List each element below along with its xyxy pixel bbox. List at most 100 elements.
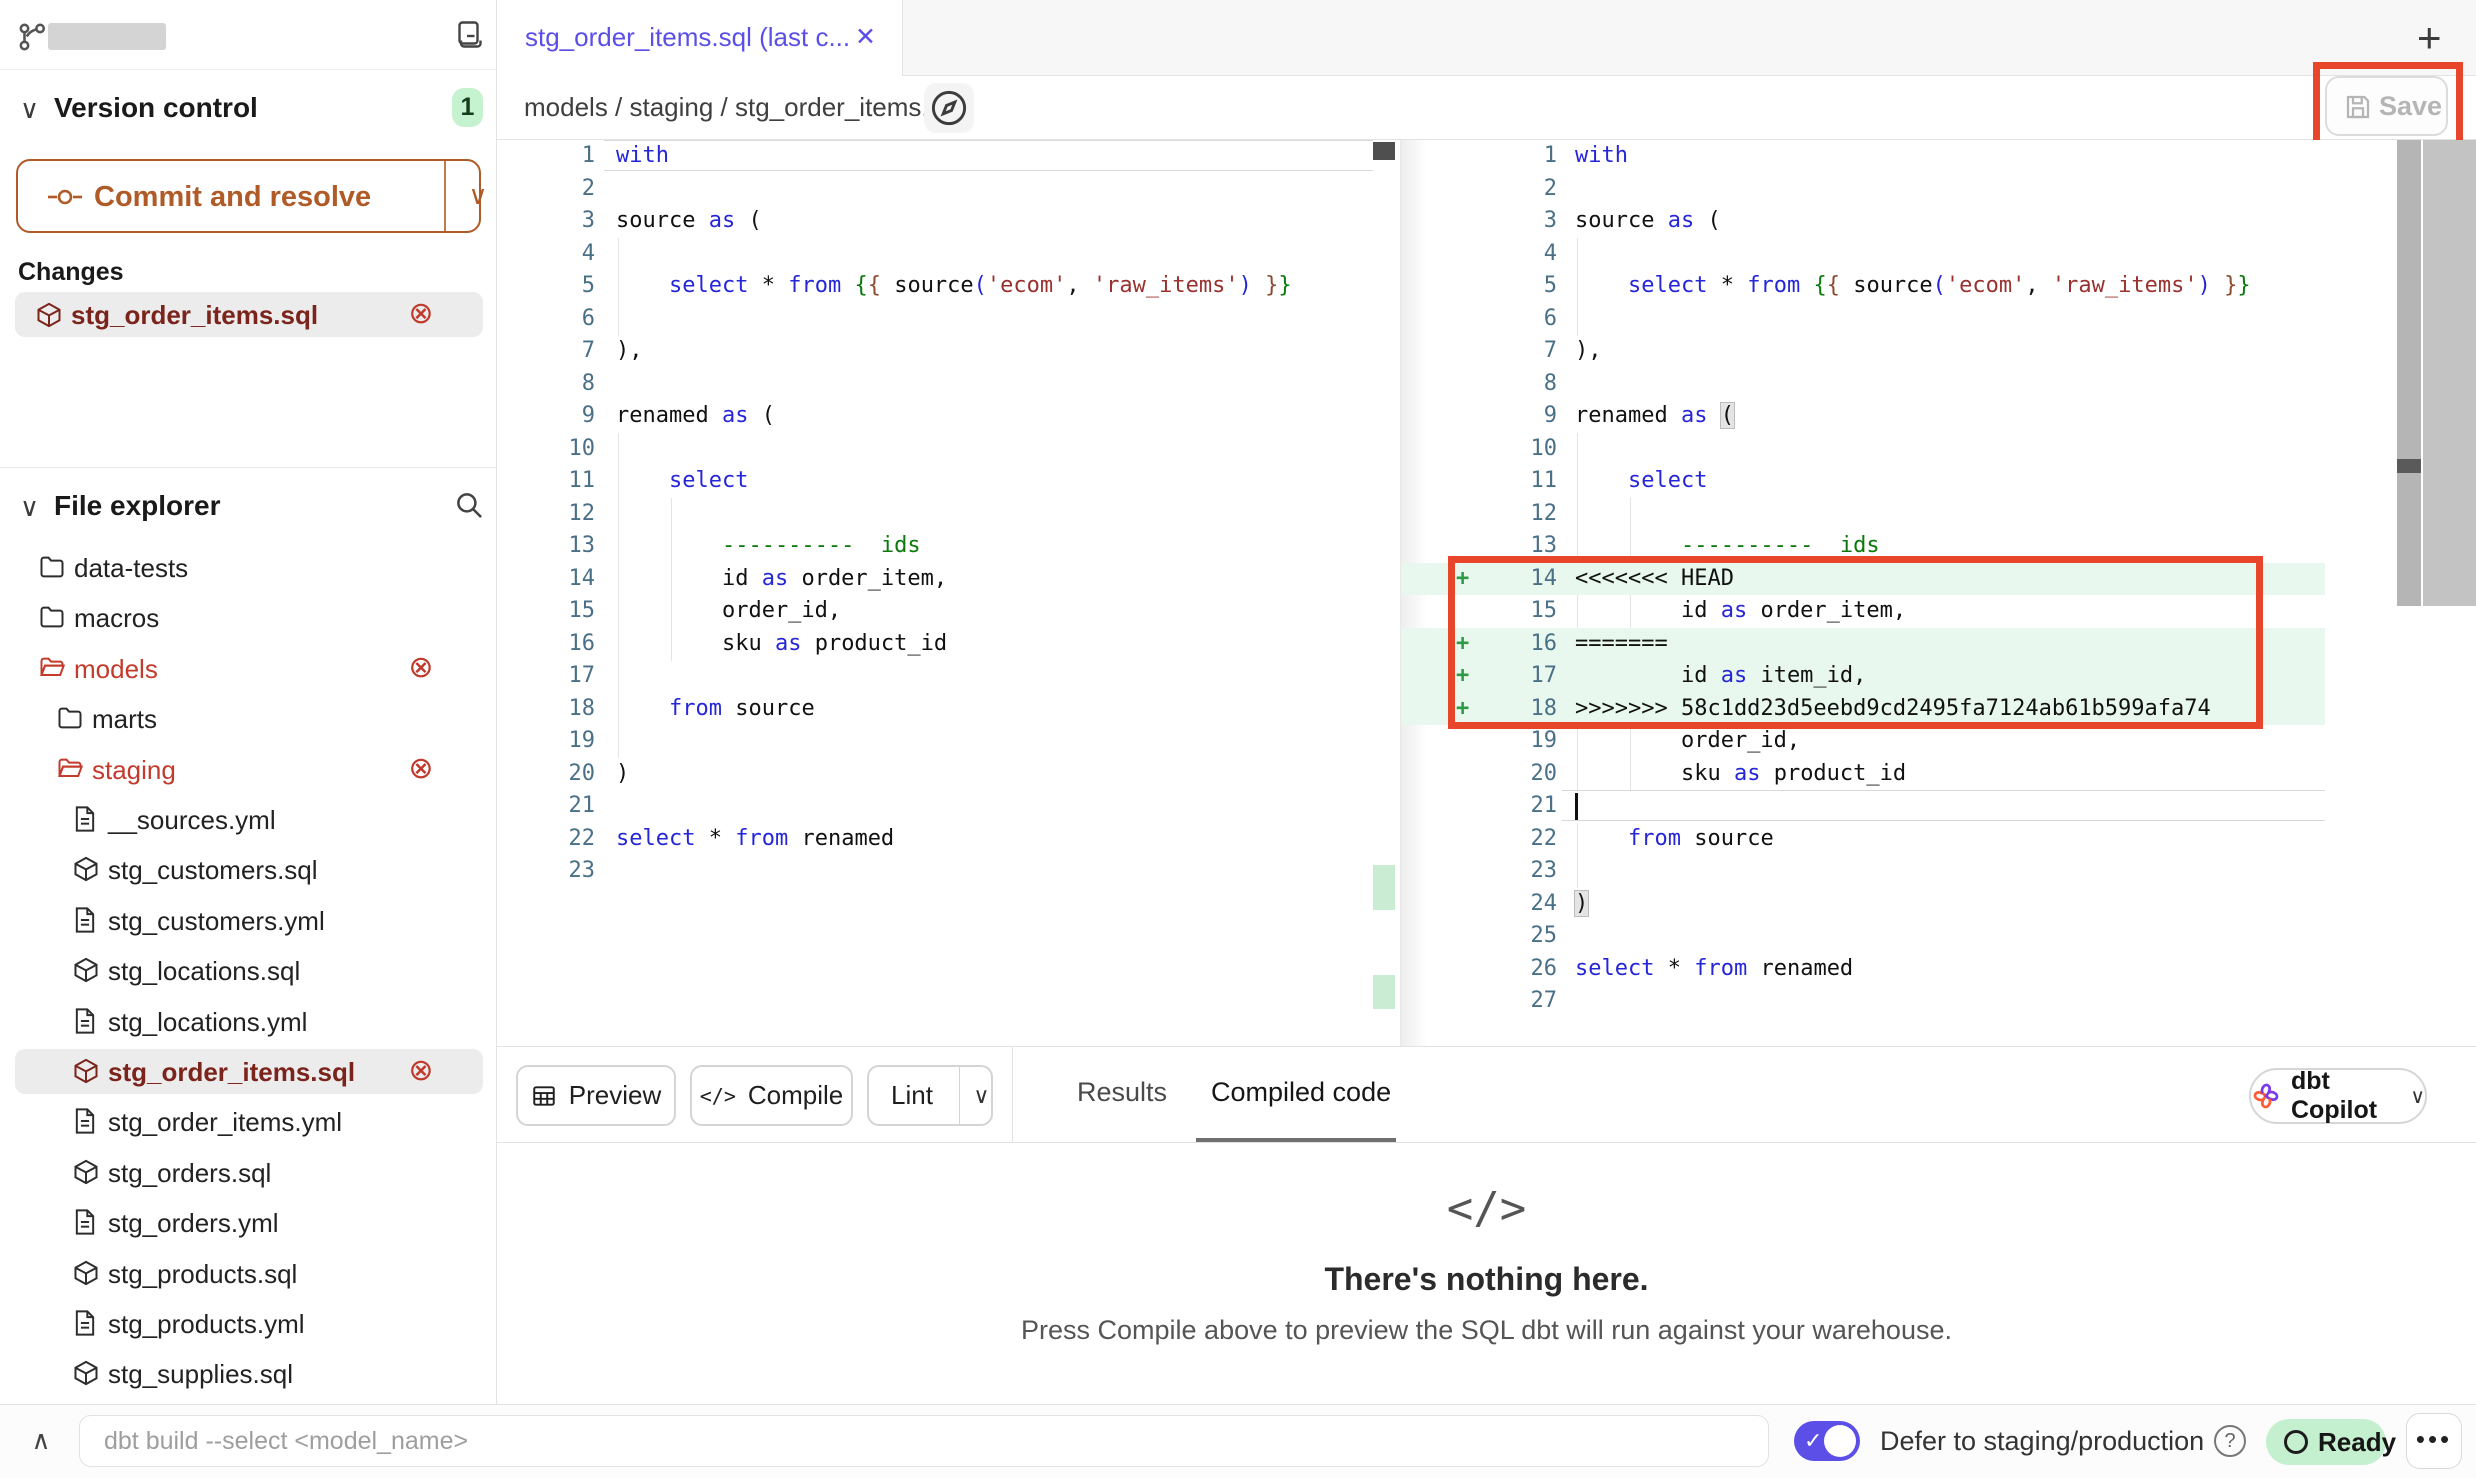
code-line[interactable]: 3source as ( (1401, 205, 2325, 238)
commit-and-resolve-button[interactable]: Commit and resolve ∨ (16, 159, 481, 233)
right-scrollbar-thumb[interactable] (2397, 459, 2421, 473)
code-line[interactable]: 1with (497, 140, 1373, 173)
more-options-button[interactable]: ••• (2406, 1413, 2462, 1469)
code-line[interactable]: +17 id as item_id, (1401, 660, 2325, 693)
file-row-data-tests[interactable]: data-tests (15, 545, 483, 590)
code-line[interactable]: 25 (1401, 920, 2325, 953)
code-line[interactable]: 23 (497, 855, 1373, 888)
code-line[interactable]: 22select * from renamed (497, 823, 1373, 856)
file-row-stg-order-items-sql[interactable]: stg_order_items.sql⊗ (15, 1049, 483, 1094)
file-row-macros[interactable]: macros (15, 595, 483, 640)
new-tab-icon[interactable]: + (2417, 14, 2442, 62)
code-line[interactable]: 19 (497, 725, 1373, 758)
line-number: 3 (1401, 205, 1557, 238)
discard-change-icon[interactable]: ⊗ (403, 296, 439, 331)
compile-button[interactable]: </> Compile (690, 1065, 853, 1126)
code-line[interactable]: 2 (1401, 173, 2325, 206)
code-line[interactable]: +16======= (1401, 628, 2325, 661)
file-row-staging[interactable]: staging⊗ (15, 747, 483, 792)
file-row-stg-locations-yml[interactable]: stg_locations.yml (15, 999, 483, 1044)
code-line[interactable]: 8 (1401, 368, 2325, 401)
code-line[interactable]: 13 ---------- ids (1401, 530, 2325, 563)
code-line[interactable]: 26select * from renamed (1401, 953, 2325, 986)
code-line[interactable]: 15 order_id, (497, 595, 1373, 628)
file-row-stg-supplies-sql[interactable]: stg_supplies.sql (15, 1351, 483, 1396)
code-line[interactable]: 11 select (497, 465, 1373, 498)
discard-change-icon[interactable]: ⊗ (403, 1053, 439, 1088)
code-line[interactable]: 4 (497, 238, 1373, 271)
tab-results[interactable]: Results (1077, 1077, 1167, 1108)
save-button[interactable]: Save (2325, 76, 2448, 136)
lint-dropdown-chevron-icon[interactable]: ∨ (972, 1083, 991, 1109)
file-row-stg-customers-yml[interactable]: stg_customers.yml (15, 898, 483, 943)
right-scrollbar-track[interactable] (2397, 140, 2421, 606)
code-line[interactable]: 17 (497, 660, 1373, 693)
code-line[interactable]: 22 from source (1401, 823, 2325, 856)
close-tab-icon[interactable]: ✕ (855, 22, 876, 52)
code-line[interactable]: 19 order_id, (1401, 725, 2325, 758)
code-line[interactable]: 21 (497, 790, 1373, 823)
file-row-stg-products-sql[interactable]: stg_products.sql (15, 1251, 483, 1296)
code-line[interactable]: 13 ---------- ids (497, 530, 1373, 563)
file-row-models[interactable]: models⊗ (15, 646, 483, 691)
code-line[interactable]: 23 (1401, 855, 2325, 888)
code-line[interactable]: 20) (497, 758, 1373, 791)
code-line[interactable]: 7), (1401, 335, 2325, 368)
dbt-copilot-button[interactable]: dbt Copilot ∨ (2249, 1068, 2427, 1124)
file-row--sources-yml[interactable]: __sources.yml (15, 797, 483, 842)
code-line[interactable]: 9renamed as ( (497, 400, 1373, 433)
preview-button[interactable]: Preview (516, 1065, 676, 1126)
file-row-stg-order-items-yml[interactable]: stg_order_items.yml (15, 1099, 483, 1144)
lint-button[interactable]: Lint ∨ (867, 1065, 993, 1126)
code-line[interactable]: 27 (1401, 985, 2325, 1018)
code-line[interactable]: 20 sku as product_id (1401, 758, 2325, 791)
expand-panel-chevron-icon[interactable]: ∧ (26, 1425, 56, 1456)
code-line[interactable]: 2 (497, 173, 1373, 206)
code-line[interactable]: +14<<<<<<< HEAD (1401, 563, 2325, 596)
code-line[interactable]: 14 id as order_item, (497, 563, 1373, 596)
code-line[interactable]: 6 (497, 303, 1373, 336)
code-line[interactable]: 9renamed as ( (1401, 400, 2325, 433)
code-line[interactable]: 6 (1401, 303, 2325, 336)
code-line[interactable]: 24) (1401, 888, 2325, 921)
code-line[interactable]: 7), (497, 335, 1373, 368)
line-number: 21 (1401, 790, 1557, 823)
dbt-command-input[interactable] (79, 1415, 1769, 1467)
changed-file-row[interactable]: stg_order_items.sql ⊗ (15, 292, 483, 337)
code-line[interactable]: 15 id as order_item, (1401, 595, 2325, 628)
file-row-stg-locations-sql[interactable]: stg_locations.sql (15, 948, 483, 993)
code-line[interactable]: 1with (1401, 140, 2325, 173)
code-line[interactable]: 16 sku as product_id (497, 628, 1373, 661)
code-line[interactable]: +18>>>>>>> 58c1dd23d5eebd9cd2495fa7124ab… (1401, 693, 2325, 726)
code-line[interactable]: 8 (497, 368, 1373, 401)
file-row-stg-products-yml[interactable]: stg_products.yml (15, 1301, 483, 1346)
defer-toggle[interactable]: ✓ (1794, 1421, 1860, 1461)
code-line[interactable]: 3source as ( (497, 205, 1373, 238)
search-icon[interactable] (452, 488, 486, 522)
discard-change-icon[interactable]: ⊗ (403, 751, 439, 786)
file-row-stg-orders-yml[interactable]: stg_orders.yml (15, 1200, 483, 1245)
copy-icon[interactable] (452, 18, 488, 54)
code-line[interactable]: 11 select (1401, 465, 2325, 498)
file-row-stg-customers-sql[interactable]: stg_customers.sql (15, 847, 483, 892)
code-line[interactable]: 10 (1401, 433, 2325, 466)
tab-stg-order-items[interactable]: stg_order_items.sql (last c... ✕ (497, 0, 903, 76)
tab-compiled-code[interactable]: Compiled code (1211, 1077, 1391, 1108)
lineage-compass-icon[interactable] (924, 83, 974, 133)
code-line[interactable]: 12 (1401, 498, 2325, 531)
left-scrollbar-thumb[interactable] (1373, 142, 1395, 160)
version-control-section-header[interactable]: ∨ Version control 1 (0, 88, 496, 130)
commit-dropdown-chevron-icon[interactable]: ∨ (456, 180, 500, 211)
code-line[interactable]: 21 (1401, 790, 2325, 823)
code-line[interactable]: 10 (497, 433, 1373, 466)
file-row-stg-orders-sql[interactable]: stg_orders.sql (15, 1150, 483, 1195)
file-explorer-section-header[interactable]: ∨ File explorer (0, 486, 496, 528)
code-line[interactable]: 5 select * from {{ source('ecom', 'raw_i… (1401, 270, 2325, 303)
discard-change-icon[interactable]: ⊗ (403, 650, 439, 685)
code-line[interactable]: 4 (1401, 238, 2325, 271)
code-line[interactable]: 12 (497, 498, 1373, 531)
help-icon[interactable]: ? (2214, 1425, 2246, 1457)
file-row-marts[interactable]: marts (15, 696, 483, 741)
code-line[interactable]: 18 from source (497, 693, 1373, 726)
code-line[interactable]: 5 select * from {{ source('ecom', 'raw_i… (497, 270, 1373, 303)
